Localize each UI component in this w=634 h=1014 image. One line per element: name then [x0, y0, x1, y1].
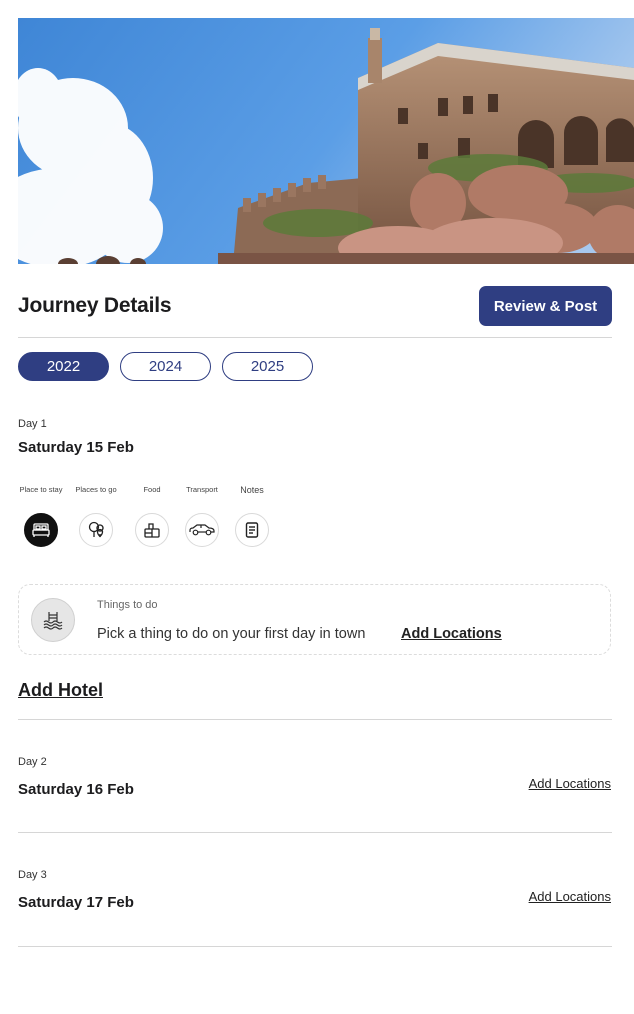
day-divider: [18, 832, 612, 833]
add-locations-link[interactable]: Add Locations: [529, 889, 611, 904]
day-label: Day 1: [18, 418, 47, 430]
food-bag-icon: [144, 523, 160, 538]
year-tab-2022[interactable]: 2022: [18, 352, 109, 381]
day-divider: [18, 946, 612, 947]
year-tabs: 2022 2024 2025: [18, 352, 313, 381]
day-date: Saturday 15 Feb: [18, 439, 134, 456]
category-transport-button[interactable]: [185, 513, 219, 547]
category-notes[interactable]: Notes: [222, 484, 282, 547]
year-tab-2025[interactable]: 2025: [222, 352, 313, 381]
category-places-to-go[interactable]: Places to go: [66, 484, 126, 547]
review-and-post-button[interactable]: Review & Post: [479, 286, 612, 326]
water-waves-icon: [43, 612, 63, 630]
day-date: Saturday 17 Feb: [18, 894, 134, 911]
year-tab-2024[interactable]: 2024: [120, 352, 211, 381]
journey-header: Journey Details Review & Post: [18, 286, 612, 328]
category-label: Notes: [240, 485, 264, 495]
page-title: Journey Details: [18, 294, 172, 317]
add-hotel-link[interactable]: Add Hotel: [18, 680, 103, 701]
day-label: Day 2: [18, 756, 47, 768]
add-locations-link[interactable]: Add Locations: [529, 776, 611, 791]
things-to-do-title: Things to do: [97, 599, 158, 611]
header-divider: [18, 337, 612, 338]
add-locations-link[interactable]: Add Locations: [401, 626, 502, 642]
day-label: Day 3: [18, 869, 47, 881]
hero-image: [18, 18, 634, 264]
notes-icon: [245, 522, 259, 538]
category-label: Place to stay: [19, 485, 63, 494]
tree-location-icon: [88, 521, 104, 538]
category-label: Places to go: [75, 485, 117, 494]
things-to-do-description: Pick a thing to do on your first day in …: [97, 626, 366, 642]
category-places-to-go-button[interactable]: [79, 513, 113, 547]
car-icon: [189, 524, 215, 536]
category-food-button[interactable]: [135, 513, 169, 547]
things-to-do-card: Things to do Pick a thing to do on your …: [18, 584, 611, 655]
category-notes-button[interactable]: [235, 513, 269, 547]
things-to-do-icon-container: [31, 598, 75, 642]
category-place-to-stay[interactable]: Place to stay: [11, 484, 71, 547]
bed-icon: [32, 523, 50, 537]
day-date: Saturday 16 Feb: [18, 781, 134, 798]
category-place-to-stay-button[interactable]: [24, 513, 58, 547]
day-divider: [18, 719, 612, 720]
